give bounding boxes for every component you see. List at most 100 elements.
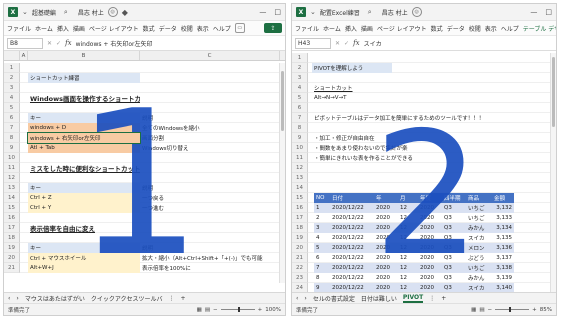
cell[interactable]: 2020/12/22	[330, 223, 374, 233]
vertical-scrollbar[interactable]	[279, 63, 285, 283]
column-header-cell[interactable]: 年	[374, 193, 398, 203]
row-header[interactable]: 11	[4, 163, 20, 173]
column-header-cell[interactable]: 四半期	[442, 193, 466, 203]
scroll-thumb[interactable]	[552, 57, 555, 127]
cell[interactable]: windows + D	[28, 123, 140, 133]
cell[interactable]: キー	[28, 183, 140, 193]
cell[interactable]: Q3	[442, 213, 466, 223]
cell[interactable]: Q3	[442, 253, 466, 263]
cell[interactable]: 2020/12/22	[330, 253, 374, 263]
ribbon-tab[interactable]: 描画	[361, 24, 373, 33]
cell[interactable]: Alt+W+J	[28, 263, 140, 273]
row-header[interactable]: 8	[4, 133, 20, 143]
cell[interactable]: 2020	[374, 263, 398, 273]
cell[interactable]: いちご	[466, 203, 492, 213]
zoom-in-icon[interactable]: +	[532, 307, 537, 313]
cell[interactable]: Q3	[442, 243, 466, 253]
name-box[interactable]: H43	[295, 37, 331, 49]
row-header[interactable]: 18	[4, 233, 20, 243]
cell[interactable]: 説明	[140, 243, 280, 253]
row-header[interactable]: 3	[4, 83, 20, 93]
row-header[interactable]: 5	[4, 103, 20, 113]
row-header[interactable]: 14	[4, 193, 20, 203]
ribbon-tab[interactable]: ホーム	[35, 24, 53, 33]
cell[interactable]: 2020	[374, 223, 398, 233]
cell[interactable]: Ctrl + Y	[28, 203, 140, 213]
scroll-thumb[interactable]	[281, 71, 284, 131]
cell[interactable]: 1	[314, 203, 330, 213]
vertical-scrollbar[interactable]	[550, 53, 556, 293]
column-header-cell[interactable]: 日付	[330, 193, 374, 203]
ribbon-tab[interactable]: 表示	[197, 24, 209, 33]
row-header[interactable]: 6	[4, 113, 20, 123]
tab-scroll-left-icon[interactable]: ‹	[296, 295, 298, 302]
cell[interactable]: 2020	[418, 273, 442, 283]
cell[interactable]: 7	[314, 263, 330, 273]
row-header[interactable]: 15	[4, 203, 20, 213]
cell[interactable]: ぶどう	[466, 253, 492, 263]
cell[interactable]: 12	[398, 213, 418, 223]
new-sheet-icon[interactable]: +	[441, 295, 446, 302]
cell[interactable]: 2020	[374, 233, 398, 243]
row-header[interactable]: 19	[292, 233, 308, 243]
row-header[interactable]: 6	[292, 103, 308, 113]
ribbon-tab[interactable]: ヘルプ	[501, 24, 519, 33]
column-header-b[interactable]: B	[28, 51, 140, 60]
cell[interactable]: Q3	[442, 203, 466, 213]
page-layout-icon[interactable]: ▤	[479, 307, 484, 313]
select-all-corner[interactable]	[4, 51, 20, 60]
row-header[interactable]: 11	[292, 153, 308, 163]
cell[interactable]: 画面分割	[140, 133, 280, 143]
page-layout-icon[interactable]: ▤	[205, 307, 210, 313]
row-header[interactable]: 22	[292, 263, 308, 273]
zoom-slider[interactable]	[220, 307, 255, 312]
save-icon[interactable]: ⌄	[22, 8, 28, 16]
ribbon-tab[interactable]: ページ レイアウト	[89, 24, 139, 33]
zoom-level[interactable]: 100%	[265, 307, 281, 313]
cell[interactable]: 2020	[418, 253, 442, 263]
cell[interactable]: 2020	[418, 243, 442, 253]
cell[interactable]: Q3	[442, 223, 466, 233]
row-header[interactable]: 12	[4, 173, 20, 183]
worksheet-grid[interactable]: 12ショートカット練習34Windows画面を操作するショートカット56キー説明…	[4, 63, 285, 283]
ribbon-tab[interactable]: データ	[447, 24, 465, 33]
cell[interactable]: 2020/12/22	[330, 243, 374, 253]
cell[interactable]: 12	[398, 273, 418, 283]
normal-view-icon[interactable]: ▦	[197, 307, 202, 313]
maximize-icon[interactable]: □	[274, 8, 281, 16]
sheet-tab-active[interactable]: PIVOT	[402, 294, 424, 303]
cell[interactable]: 2020	[374, 253, 398, 263]
ribbon-tab[interactable]: ファイル	[295, 24, 319, 33]
ribbon-tab[interactable]: 挿入	[345, 24, 357, 33]
cell[interactable]: いちご	[466, 213, 492, 223]
cell[interactable]: PIVOTを理解しよう	[312, 63, 392, 73]
cell[interactable]: 全てのWindowsを縮小	[140, 123, 280, 133]
ribbon-tab[interactable]: 描画	[73, 24, 85, 33]
cell[interactable]: 3,133	[492, 213, 514, 223]
cell[interactable]: 3,138	[492, 263, 514, 273]
cell[interactable]: 2020	[374, 243, 398, 253]
row-header[interactable]: 7	[4, 123, 20, 133]
save-icon[interactable]: ⌄	[310, 8, 316, 16]
cell[interactable]: 3,137	[492, 253, 514, 263]
row-header[interactable]: 14	[292, 183, 308, 193]
cell[interactable]: 3,139	[492, 273, 514, 283]
cell[interactable]: Q3	[442, 273, 466, 283]
row-header[interactable]: 19	[4, 243, 20, 253]
cell[interactable]: 3,136	[492, 243, 514, 253]
search-icon[interactable]: ⌕	[64, 8, 68, 17]
row-header[interactable]: 12	[292, 163, 308, 173]
cell[interactable]: キー	[28, 243, 140, 253]
row-header[interactable]: 17	[4, 223, 20, 233]
normal-view-icon[interactable]: ▦	[471, 307, 476, 313]
name-box[interactable]: B8	[7, 37, 43, 49]
row-header[interactable]: 15	[292, 193, 308, 203]
sheet-tab[interactable]: クイックアクセスツールバ	[91, 294, 163, 303]
cell[interactable]: Windows切り替え	[140, 143, 280, 153]
cell[interactable]: 2020	[418, 213, 442, 223]
cell[interactable]: ショートカット	[312, 83, 353, 93]
cell[interactable]: 12	[398, 263, 418, 273]
ribbon-tab[interactable]: 数式	[143, 24, 155, 33]
column-header-cell[interactable]: 金額	[492, 193, 514, 203]
cell[interactable]: 2020	[374, 203, 398, 213]
